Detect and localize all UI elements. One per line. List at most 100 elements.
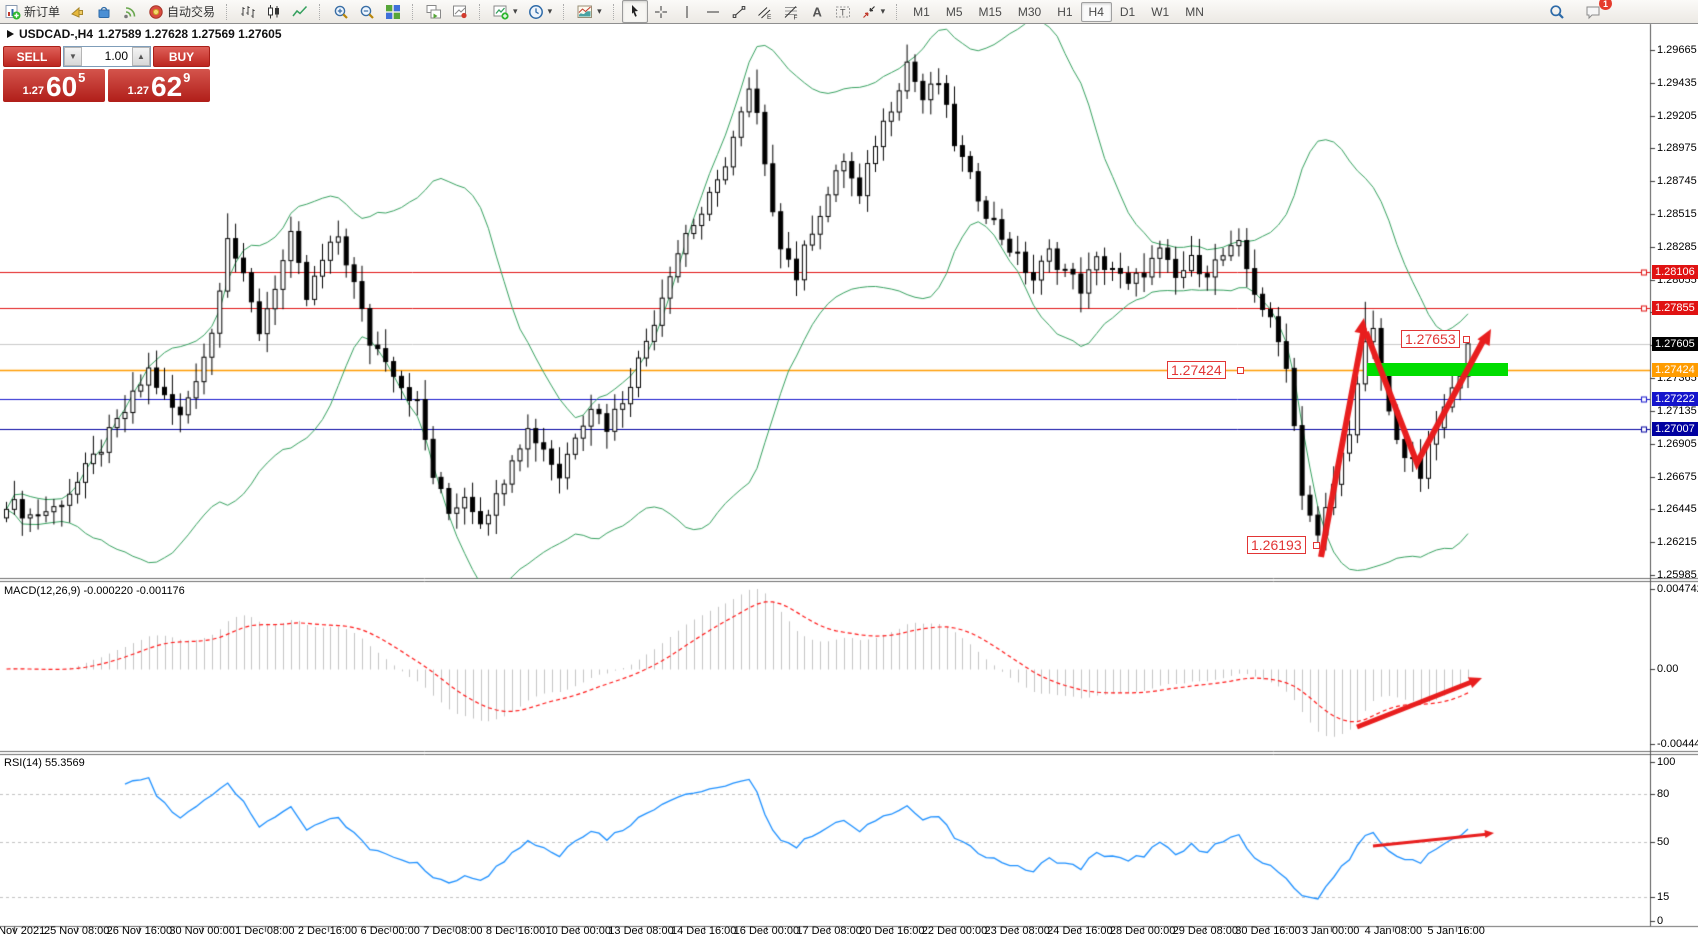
news-horn-button[interactable] (65, 0, 91, 23)
price-tick-label: 1.27135 (1657, 405, 1697, 417)
tile-windows-button[interactable] (380, 0, 406, 23)
price-label-127424[interactable]: 1.27424 (1167, 361, 1226, 379)
volume-increase-button[interactable]: ▲ (132, 47, 150, 66)
svg-text:E: E (767, 14, 772, 20)
time-tick-label: 29 Dec 08:00 (1173, 925, 1238, 937)
buy-price-big: 62 (151, 73, 182, 101)
time-tick-label: 20 Dec 16:00 (859, 925, 924, 937)
new-order-icon (5, 4, 21, 20)
line-chart-mode-button[interactable] (287, 0, 313, 23)
fibonacci-button[interactable]: F (778, 0, 804, 23)
timeframe-d1-button[interactable]: D1 (1112, 2, 1143, 22)
line-icon (292, 4, 308, 20)
arrows-tool-button[interactable]: ▾ (856, 0, 891, 23)
price-label-127424-anchor[interactable] (1237, 367, 1244, 374)
time-tick-label: 8 Dec 16:00 (486, 925, 545, 937)
price-tick-label: 1.28515 (1657, 208, 1697, 220)
equidistant-channel-button[interactable]: E (752, 0, 778, 23)
vertical-line-button[interactable] (674, 0, 700, 23)
time-tick-label: 23 Dec 08:00 (984, 925, 1049, 937)
svg-text:F: F (793, 14, 797, 20)
signals-button[interactable] (117, 0, 143, 23)
price-tick-label: 1.26905 (1657, 438, 1697, 450)
market-icon (96, 4, 112, 20)
search-button[interactable] (1544, 0, 1570, 23)
market-button[interactable] (91, 0, 117, 23)
buy-button[interactable]: BUY (153, 46, 210, 67)
search-icon (1549, 4, 1565, 20)
timeframe-h4-button[interactable]: H4 (1081, 2, 1112, 22)
timeframe-w1-button[interactable]: W1 (1143, 2, 1177, 22)
svg-text:A: A (812, 4, 822, 19)
cursor-button[interactable] (622, 0, 648, 23)
cascade-icon (426, 4, 442, 20)
timeframe-m5-button[interactable]: M5 (938, 2, 971, 22)
price-tag-127007: 1.27007 (1652, 422, 1698, 436)
bar-chart-mode-button[interactable] (235, 0, 261, 23)
time-tick-label: 10 Dec 00:00 (546, 925, 611, 937)
sell-price-pip: 5 (78, 70, 85, 85)
vline-icon (679, 4, 695, 20)
time-tick-label: 28 Dec 00:00 (1110, 925, 1175, 937)
support-zone-highlight[interactable] (1367, 363, 1508, 376)
buy-price-button[interactable]: 1.27 62 9 (108, 69, 210, 102)
time-tick-label: 24 Nov 2021 (0, 925, 45, 937)
crosshair-icon (653, 4, 669, 20)
timeframe-mn-button[interactable]: MN (1177, 2, 1212, 22)
timeframe-h1-button[interactable]: H1 (1049, 2, 1080, 22)
signals-icon (122, 4, 138, 20)
new-chart-button[interactable]: ▾ (488, 0, 523, 23)
zoom-in-icon (333, 4, 349, 20)
price-tick-label: 1.26215 (1657, 536, 1697, 548)
time-tick-label: 14 Dec 16:00 (671, 925, 736, 937)
period-clock-button[interactable]: ▾ (523, 0, 558, 23)
chart-shift-button[interactable] (447, 0, 473, 23)
rsi-tick-label: 0 (1657, 915, 1663, 927)
toolbar-separator (563, 4, 568, 20)
price-tag-128106: 1.28106 (1652, 265, 1698, 279)
buy-price-pip: 9 (183, 70, 190, 85)
zoom-out-button[interactable] (354, 0, 380, 23)
rsi-tick-label: 15 (1657, 891, 1669, 903)
volume-input[interactable]: 1.00 (82, 47, 132, 66)
price-tag-127605: 1.27605 (1652, 337, 1698, 351)
toolbar-separator (896, 4, 901, 20)
bars-icon (240, 4, 256, 20)
time-tick-label: 17 Dec 08:00 (796, 925, 861, 937)
rsi-indicator-label: RSI(14) 55.3569 (4, 757, 85, 769)
price-label-126193-anchor[interactable] (1313, 542, 1320, 549)
price-tick-label: 1.25985 (1657, 569, 1697, 581)
auto-arrange-button[interactable] (421, 0, 447, 23)
template-icon (577, 4, 593, 20)
new-order-button[interactable]: 新订单 (0, 0, 65, 23)
notification-badge: 1 (1599, 0, 1612, 10)
notifications-button[interactable]: 1 (1580, 0, 1606, 23)
time-tick-label: 26 Nov 16:00 (107, 925, 172, 937)
time-tick-label: 2 Dec 16:00 (298, 925, 357, 937)
main-toolbar: 新订单自动交易▾▾▾EFAT▾M1M5M15M30H1H4D1W1MN1 (0, 0, 1698, 24)
horizontal-line-button[interactable] (700, 0, 726, 23)
ohlc-values: 1.27589 1.27628 1.27569 1.27605 (98, 27, 282, 41)
sell-button[interactable]: SELL (3, 46, 61, 67)
chart-canvas[interactable] (0, 0, 1698, 941)
autotrading-icon (148, 4, 164, 20)
timeframe-m30-button[interactable]: M30 (1010, 2, 1049, 22)
new-chart-icon (493, 4, 509, 20)
text-tool-button[interactable]: A (804, 0, 830, 23)
label-tool-button[interactable]: T (830, 0, 856, 23)
volume-decrease-button[interactable]: ▼ (64, 47, 82, 66)
crosshair-button[interactable] (648, 0, 674, 23)
price-label-127653-anchor[interactable] (1463, 336, 1470, 343)
zoom-in-button[interactable] (328, 0, 354, 23)
sell-price-button[interactable]: 1.27 60 5 (3, 69, 105, 102)
svg-text:T: T (840, 7, 846, 17)
templates-button[interactable]: ▾ (572, 0, 607, 23)
timeframe-m15-button[interactable]: M15 (971, 2, 1010, 22)
autotrading-button[interactable]: 自动交易 (143, 0, 220, 23)
trendline-button[interactable] (726, 0, 752, 23)
candle-chart-mode-button[interactable] (261, 0, 287, 23)
timeframe-m1-button[interactable]: M1 (905, 2, 938, 22)
price-label-126193[interactable]: 1.26193 (1247, 536, 1306, 554)
price-label-127653[interactable]: 1.27653 (1401, 330, 1460, 348)
toolbar-separator (412, 4, 417, 20)
